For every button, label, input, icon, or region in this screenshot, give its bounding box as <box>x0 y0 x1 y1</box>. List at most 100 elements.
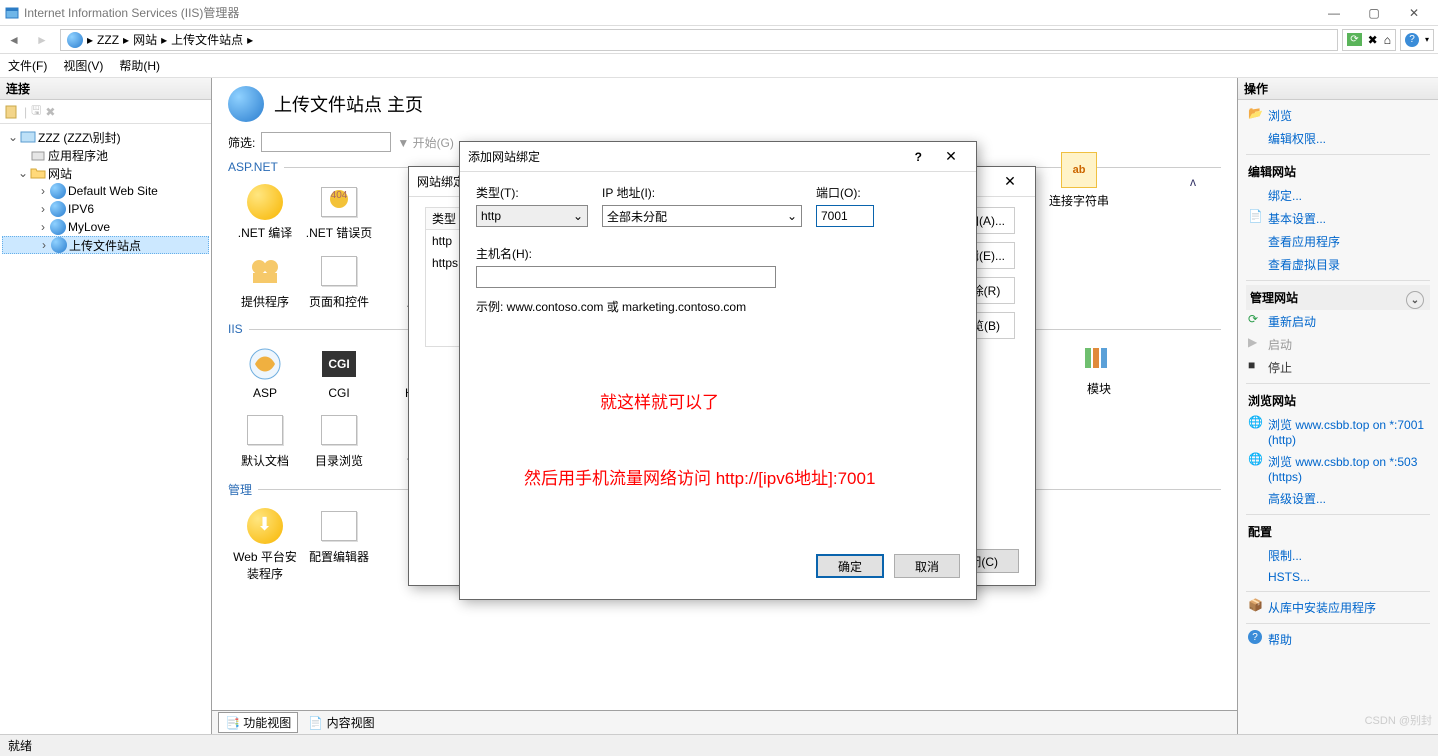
globe-icon <box>50 219 66 235</box>
action-restart[interactable]: ⟳重新启动 <box>1246 310 1430 333</box>
action-limit[interactable]: 限制... <box>1246 544 1430 567</box>
settings-icon: 📄 <box>1248 209 1264 225</box>
menu-bar: 文件(F) 视图(V) 帮助(H) <box>0 54 1438 78</box>
section-mgmt: 管理 <box>228 481 252 498</box>
stop-icon: ■ <box>1248 358 1264 374</box>
chevron-down-icon: ⌄ <box>787 209 797 223</box>
feature-asp[interactable]: ASP <box>228 340 302 406</box>
input-host[interactable] <box>476 266 776 288</box>
tab-content[interactable]: 📄 内容视图 <box>308 714 374 731</box>
connections-pane: 连接 | 🖫 ✖ ⌄ZZZ (ZZZ\别封) 应用程序池 ⌄网站 ›Defaul… <box>0 78 212 734</box>
back-button[interactable]: ◄ <box>0 33 28 47</box>
action-view-app[interactable]: 查看应用程序 <box>1246 230 1430 253</box>
action-browse-https[interactable]: 🌐浏览 www.csbb.top on *:503 (https) <box>1246 450 1430 487</box>
feature-net-compile[interactable]: .NET 编译 <box>228 178 302 247</box>
action-view-vdir[interactable]: 查看虚拟目录 <box>1246 253 1430 276</box>
expand-icon[interactable]: ⌄ <box>1406 291 1424 309</box>
globe-icon <box>51 237 67 253</box>
tree-site-mylove[interactable]: MyLove <box>68 220 110 234</box>
folder-icon <box>30 165 46 181</box>
action-help[interactable]: ?帮助 <box>1246 628 1430 651</box>
tree-app-pool[interactable]: 应用程序池 <box>48 147 108 164</box>
action-stop[interactable]: ■停止 <box>1246 356 1430 379</box>
select-type[interactable]: http⌄ <box>476 205 588 227</box>
nav-tools: ⟳ ✖ ⌂ <box>1342 29 1396 51</box>
label-port: 端口(O): <box>816 184 886 201</box>
heading-manage-site: 管理网站⌄ <box>1246 285 1430 310</box>
action-browse[interactable]: 📂浏览 <box>1246 104 1430 127</box>
feature-config-editor[interactable]: 配置编辑器 <box>302 502 376 588</box>
filter-input[interactable] <box>261 132 391 152</box>
globe-icon <box>50 183 66 199</box>
watermark: CSDN @别封 <box>1365 712 1432 728</box>
breadcrumb[interactable]: ▸ ZZZ▸ 网站▸ 上传文件站点▸ <box>60 29 1338 51</box>
crumb-1[interactable]: ZZZ <box>97 33 119 47</box>
stop-icon[interactable]: ✖ <box>1368 33 1378 47</box>
feature-dir-browse[interactable]: 目录浏览 <box>302 406 376 475</box>
crumb-3[interactable]: 上传文件站点 <box>171 31 243 48</box>
dlg-help-icon[interactable]: ? <box>915 150 922 164</box>
play-icon: ▶ <box>1248 335 1264 351</box>
action-edit-perm[interactable]: 编辑权限... <box>1246 127 1430 150</box>
dlg-bind-title: 网站绑定 <box>417 173 465 190</box>
menu-help[interactable]: 帮助(H) <box>119 57 160 74</box>
action-browse-http[interactable]: 🌐浏览 www.csbb.top on *:7001 (http) <box>1246 413 1430 450</box>
crumb-2[interactable]: 网站 <box>133 31 157 48</box>
dlg-add-close-icon[interactable]: ✕ <box>934 148 968 165</box>
section-iis: IIS <box>228 322 243 336</box>
site-icon <box>228 86 264 122</box>
feature-web-platform[interactable]: ⬇Web 平台安装程序 <box>228 502 302 588</box>
close-button[interactable]: ✕ <box>1394 6 1434 20</box>
feature-modules[interactable]: 模块 <box>1062 334 1136 403</box>
action-basic[interactable]: 📄基本设置... <box>1246 207 1430 230</box>
page-title: 上传文件站点 主页 <box>274 91 423 117</box>
feature-cgi[interactable]: CGICGI <box>302 340 376 406</box>
feature-providers[interactable]: 提供程序 <box>228 247 302 316</box>
tree-sites[interactable]: 网站 <box>48 165 72 182</box>
save-icon[interactable]: 🖫 <box>31 101 41 122</box>
tree-server[interactable]: ZZZ (ZZZ\别封) <box>38 129 121 146</box>
server-icon <box>20 129 36 145</box>
action-binding[interactable]: 绑定... <box>1246 184 1430 207</box>
status-bar: 就绪 <box>0 734 1438 756</box>
forward-button[interactable]: ► <box>28 33 56 47</box>
home-icon[interactable]: ⌂ <box>1384 33 1391 47</box>
collapse-icon[interactable]: ʌ <box>1190 175 1196 189</box>
feature-default-doc[interactable]: 默认文档 <box>228 406 302 475</box>
globe-icon <box>67 32 83 48</box>
feature-page-controls[interactable]: 页面和控件 <box>302 247 376 316</box>
select-ip[interactable]: 全部未分配⌄ <box>602 205 802 227</box>
label-ip: IP 地址(I): <box>602 184 802 201</box>
tree-site-upload[interactable]: 上传文件站点 <box>69 237 141 254</box>
action-advanced[interactable]: 高级设置... <box>1246 487 1430 510</box>
help-icon[interactable]: ? <box>1405 33 1419 47</box>
tab-features[interactable]: 📑 功能视图 <box>218 712 298 733</box>
section-aspnet: ASP.NET <box>228 160 278 174</box>
app-icon <box>4 5 20 21</box>
action-install-gallery[interactable]: 📦从库中安装应用程序 <box>1246 596 1430 619</box>
action-hsts[interactable]: HSTS... <box>1246 567 1430 587</box>
add-connection-icon[interactable] <box>4 104 20 120</box>
navigation-bar: ◄ ► ▸ ZZZ▸ 网站▸ 上传文件站点▸ ⟳ ✖ ⌂ ? ▾ <box>0 26 1438 54</box>
feature-conn-str[interactable]: ab连接字符串 <box>1042 146 1116 215</box>
app-pool-icon <box>30 147 46 163</box>
menu-view[interactable]: 视图(V) <box>63 57 103 74</box>
menu-file[interactable]: 文件(F) <box>8 57 47 74</box>
feature-net-error[interactable]: 404.NET 错误页 <box>302 178 376 247</box>
minimize-button[interactable]: — <box>1314 6 1354 20</box>
tree-site-ipv6[interactable]: IPV6 <box>68 202 94 216</box>
connections-tree[interactable]: ⌄ZZZ (ZZZ\别封) 应用程序池 ⌄网站 ›Default Web Sit… <box>0 124 211 734</box>
btn-cancel[interactable]: 取消 <box>894 554 960 578</box>
dlg-bind-close-icon[interactable]: ✕ <box>993 173 1027 190</box>
heading-browse-site: 浏览网站 <box>1246 388 1430 413</box>
input-port[interactable] <box>816 205 874 227</box>
maximize-button[interactable]: ▢ <box>1354 6 1394 20</box>
btn-ok[interactable]: 确定 <box>816 554 884 578</box>
dlg-add-title: 添加网站绑定 <box>468 148 540 165</box>
filter-start[interactable]: ▼ 开始(G) <box>397 134 454 151</box>
chevron-down-icon: ⌄ <box>573 209 583 223</box>
tree-site-default[interactable]: Default Web Site <box>68 184 158 198</box>
delete-icon[interactable]: ✖ <box>45 105 55 119</box>
globe-icon <box>50 201 66 217</box>
refresh-all-icon[interactable]: ⟳ <box>1347 33 1361 46</box>
